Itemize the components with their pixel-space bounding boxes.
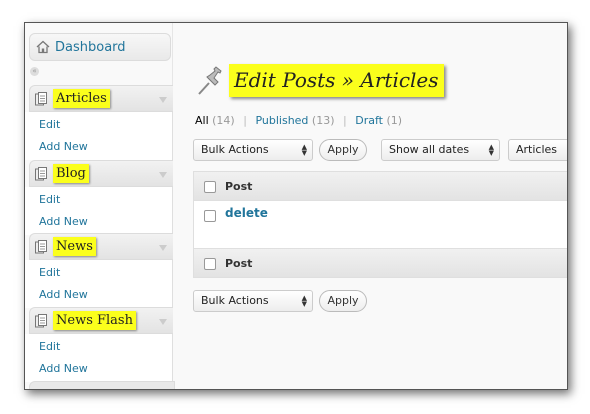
select-all-checkbox[interactable] (204, 258, 216, 270)
status-filter-links: All (14) | Published (13) | Draft (1) (195, 114, 402, 127)
articles-add-new-link[interactable]: Add New (39, 140, 88, 153)
column-header-post[interactable]: Post (225, 180, 252, 193)
filter-draft-link[interactable]: Draft (355, 114, 383, 127)
apply-button-bottom[interactable]: Apply (319, 290, 367, 312)
dropdown-arrow-icon[interactable] (159, 172, 167, 178)
submenu-articles: Edit Add New (25, 112, 173, 160)
post-title-link[interactable]: delete (225, 206, 268, 220)
dashboard-label: Dashboard (55, 39, 126, 55)
filter-all-link[interactable]: All (195, 114, 209, 127)
bulk-actions-select-bottom[interactable]: Bulk Actions ▲ ▼ (193, 290, 313, 312)
menu-blog[interactable]: Blog (29, 160, 173, 187)
select-arrows-icon: ▲ ▼ (301, 294, 307, 308)
blog-add-new-link[interactable]: Add New (39, 215, 88, 228)
filter-separator: | (243, 114, 247, 127)
posts-table-header: Post (193, 171, 567, 201)
screenshot-frame: Dashboard « Articles Edit Add New Blog E… (24, 22, 568, 390)
submenu-news: Edit Add New (25, 260, 173, 308)
collapse-menu-icon[interactable]: « (30, 67, 39, 76)
document-icon (35, 314, 47, 328)
document-icon (35, 92, 47, 106)
news-edit-link[interactable]: Edit (39, 266, 60, 279)
filter-draft-count: (1) (386, 114, 403, 127)
column-footer-post[interactable]: Post (225, 257, 252, 270)
date-filter-select[interactable]: Show all dates ▲ ▼ (381, 139, 500, 161)
menu-news-flash-label: News Flash (53, 311, 136, 330)
table-row: delete (193, 201, 567, 248)
submenu-news-flash: Edit Add New (25, 334, 173, 382)
menu-news-label: News (53, 237, 96, 256)
menu-articles[interactable]: Articles (29, 85, 173, 112)
select-arrows-icon: ▲ ▼ (301, 143, 307, 157)
menu-blog-label: Blog (53, 164, 89, 183)
menu-next-partial[interactable] (29, 381, 175, 389)
bulk-actions-label: Bulk Actions (201, 294, 269, 307)
submenu-blog: Edit Add New (25, 187, 173, 235)
category-filter-label: Articles (516, 143, 558, 156)
filter-separator: | (343, 114, 347, 127)
pushpin-icon (198, 66, 222, 95)
page-title: Edit Posts » Articles (229, 64, 444, 97)
dropdown-arrow-icon[interactable] (159, 245, 167, 251)
dropdown-arrow-icon[interactable] (159, 319, 167, 325)
filter-published-count: (13) (311, 114, 335, 127)
menu-news[interactable]: News (29, 233, 173, 260)
row-checkbox[interactable] (204, 210, 216, 222)
document-icon (35, 240, 47, 254)
select-all-checkbox[interactable] (204, 181, 216, 193)
bulk-actions-label: Bulk Actions (201, 143, 269, 156)
main-content: Edit Posts » Articles All (14) | Publish… (173, 23, 567, 389)
category-filter-select[interactable]: Articles (508, 139, 567, 161)
filter-published-link[interactable]: Published (255, 114, 308, 127)
document-icon (35, 167, 47, 181)
articles-edit-link[interactable]: Edit (39, 118, 60, 131)
posts-table-footer: Post (193, 248, 567, 278)
news-add-new-link[interactable]: Add New (39, 288, 88, 301)
blog-edit-link[interactable]: Edit (39, 193, 60, 206)
dropdown-arrow-icon[interactable] (159, 97, 167, 103)
apply-button-top[interactable]: Apply (319, 139, 367, 161)
menu-dashboard[interactable]: Dashboard (29, 33, 171, 61)
news-flash-edit-link[interactable]: Edit (39, 340, 60, 353)
bulk-actions-select-top[interactable]: Bulk Actions ▲ ▼ (193, 139, 313, 161)
menu-articles-label: Articles (53, 89, 110, 108)
select-arrows-icon: ▲ ▼ (488, 143, 494, 157)
admin-sidebar: Dashboard « Articles Edit Add New Blog E… (25, 23, 175, 389)
menu-news-flash[interactable]: News Flash (29, 307, 173, 334)
date-filter-label: Show all dates (389, 143, 470, 156)
home-icon (36, 40, 50, 54)
news-flash-add-new-link[interactable]: Add New (39, 362, 88, 375)
filter-all-count: (14) (212, 114, 235, 127)
